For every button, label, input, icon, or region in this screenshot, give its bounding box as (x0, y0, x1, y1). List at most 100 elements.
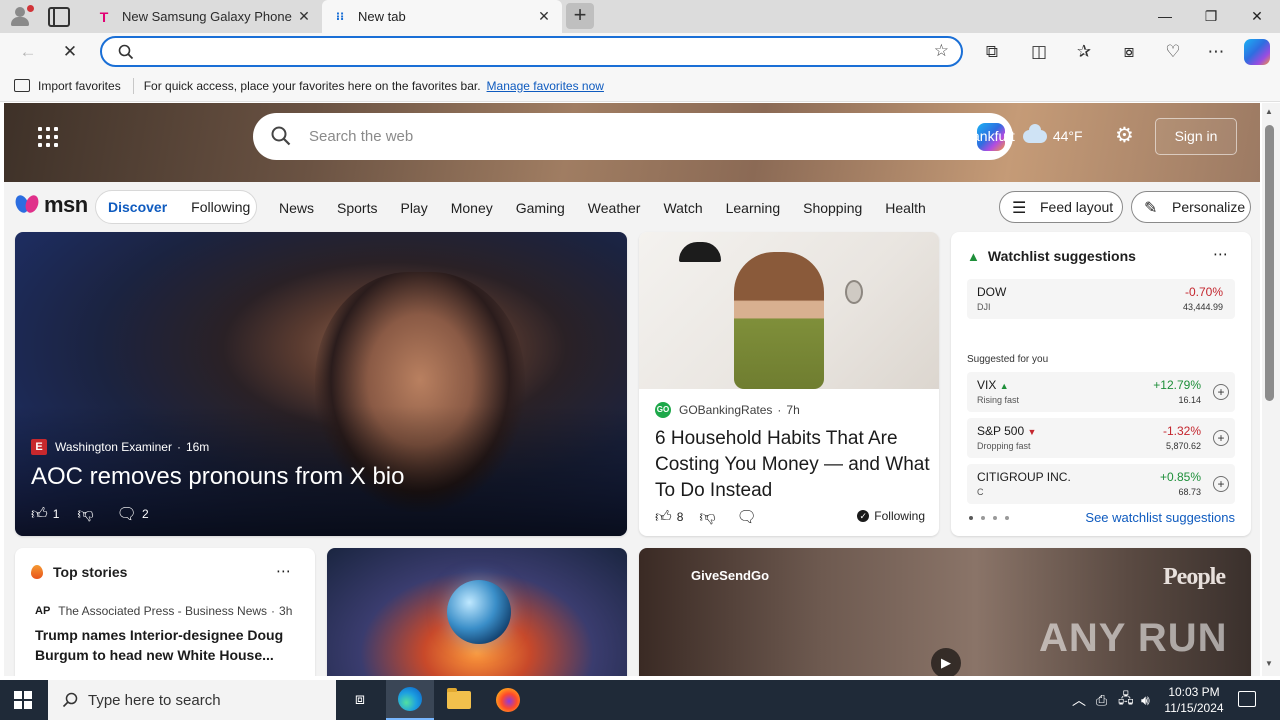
video-story-card[interactable]: GiveSendGo People ▶ ANY RUN (639, 548, 1251, 676)
story-headline[interactable]: AOC removes pronouns from X bio (31, 463, 405, 491)
scroll-down-icon[interactable]: ▼ (1265, 659, 1273, 668)
thumbs-up-icon: 👍︎ (655, 508, 672, 526)
taskbar-edge[interactable] (386, 680, 434, 720)
copilot-icon[interactable] (1244, 39, 1270, 65)
page-scrollbar[interactable]: ▲ ▼ (1262, 103, 1280, 676)
search-icon (271, 126, 291, 146)
add-to-watchlist-button[interactable]: + (1213, 430, 1229, 446)
like-button[interactable]: 👍︎ 1 (31, 505, 59, 524)
apps-grid-icon[interactable] (38, 127, 58, 147)
comments-button[interactable]: 🗨︎ 2 (117, 504, 149, 524)
favorites-hint: For quick access, place your favorites h… (143, 78, 481, 93)
stop-loading-button[interactable]: ✕ (58, 40, 82, 64)
stock-row[interactable]: VIX ▲ Rising fast +12.79% 16.14 + (967, 372, 1235, 412)
story-actions: 👍︎ 8 👎︎ 🗨︎ ✓ Following (655, 507, 925, 527)
comments-button[interactable]: 🗨︎ (737, 507, 762, 527)
story-card[interactable]: GO GOBankingRates · 7h 6 Household Habit… (639, 232, 939, 536)
system-clock[interactable]: 10:03 PM 11/15/2024 (1160, 684, 1228, 716)
favorite-star-icon[interactable]: ☆ (934, 41, 949, 61)
dislike-button[interactable]: 👎︎ (699, 508, 720, 527)
tab-actions-icon[interactable] (48, 7, 70, 27)
settings-gear-icon[interactable]: ⚙ (1115, 125, 1137, 147)
volume-icon[interactable]: 🔊︎ (1141, 680, 1150, 720)
add-to-watchlist-button[interactable]: + (1213, 476, 1229, 492)
tab-samsung[interactable]: T New Samsung Galaxy Phone Dea ✕ (86, 0, 322, 33)
more-options-icon[interactable]: ⋯ (1213, 245, 1229, 263)
profile-icon[interactable] (8, 5, 34, 29)
restore-button[interactable]: ❐ (1188, 0, 1234, 33)
stock-subtitle: DJI (977, 302, 991, 312)
taskbar-firefox[interactable] (484, 680, 532, 720)
address-input[interactable] (144, 42, 924, 62)
category-learning[interactable]: Learning (726, 200, 781, 216)
dislike-button[interactable]: 👎︎ (77, 505, 98, 524)
notifications-icon[interactable] (1238, 691, 1256, 707)
add-to-watchlist-button[interactable]: + (1213, 384, 1229, 400)
sign-in-button[interactable]: Sign in (1155, 118, 1237, 155)
image-story-card[interactable] (327, 548, 627, 676)
category-gaming[interactable]: Gaming (516, 200, 565, 216)
like-button[interactable]: 👍︎ 8 (655, 508, 683, 527)
address-bar[interactable]: ☆ (100, 36, 963, 67)
category-sports[interactable]: Sports (337, 200, 377, 216)
t-mobile-icon: T (99, 8, 109, 25)
import-favorites-button[interactable]: Import favorites (14, 79, 121, 93)
close-tab-icon[interactable]: ✕ (536, 8, 552, 25)
close-window-button[interactable]: ✕ (1234, 0, 1280, 33)
personalize-button[interactable]: ✎ Personalize (1131, 191, 1251, 223)
scrollbar-thumb[interactable] (1265, 125, 1274, 401)
task-view-button[interactable]: ⧈ (336, 680, 384, 720)
collections-icon[interactable]: ⧇ (1117, 40, 1141, 64)
category-health[interactable]: Health (885, 200, 925, 216)
close-tab-icon[interactable]: ✕ (296, 8, 312, 25)
story-headline[interactable]: 6 Household Habits That Are Costing You … (655, 426, 930, 504)
msn-butterfly-icon (13, 193, 42, 217)
network-device-icon[interactable]: ⎙ (1096, 680, 1107, 720)
favorites-icon[interactable]: ✰ (1072, 40, 1096, 64)
web-search-box[interactable]: Search the web (253, 113, 1013, 160)
category-watch[interactable]: Watch (663, 200, 702, 216)
personalize-label: Personalize (1172, 199, 1246, 215)
stock-row[interactable]: S&P 500 ▼ Dropping fast -1.32% 5,870.62 … (967, 418, 1235, 458)
minimize-button[interactable]: ― (1142, 0, 1188, 33)
manage-favorites-link[interactable]: Manage favorites now (487, 79, 604, 93)
stock-price: 5,870.62 (1165, 441, 1201, 451)
extensions-icon[interactable]: ⧉ (980, 40, 1004, 64)
taskbar-file-explorer[interactable] (435, 680, 483, 720)
more-options-icon[interactable]: ⋯ (1204, 40, 1228, 64)
scroll-up-icon[interactable]: ▲ (1265, 107, 1273, 116)
tab-following[interactable]: Following (191, 199, 250, 215)
tab-discover[interactable]: Discover (108, 199, 167, 215)
more-options-icon[interactable]: ⋯ (276, 562, 291, 580)
category-play[interactable]: Play (400, 200, 427, 216)
back-button[interactable]: ← (16, 40, 40, 64)
tab-new-tab[interactable]: ⁝⁝ New tab ✕ (322, 0, 562, 33)
hero-story-card[interactable]: E Washington Examiner · 16m AOC removes … (15, 232, 627, 536)
stock-row[interactable]: DOW DJI -0.70% 43,444.99 (967, 279, 1235, 319)
category-shopping[interactable]: Shopping (803, 200, 862, 216)
feed-toggle: Discover Following (95, 190, 257, 224)
split-screen-icon[interactable]: ◫ (1027, 40, 1051, 64)
network-icon[interactable]: 🖧︎ (1118, 680, 1134, 720)
comment-icon: 🗨︎ (116, 506, 137, 523)
msn-logo[interactable]: msn (13, 192, 88, 218)
category-money[interactable]: Money (451, 200, 493, 216)
taskbar-search[interactable]: Type here to search (48, 680, 336, 720)
performance-icon[interactable]: ♡ (1161, 40, 1185, 64)
weather-widget[interactable]: ankfurt 44°F (972, 123, 1083, 144)
cloud-icon (1022, 123, 1047, 143)
windows-start-icon[interactable] (14, 691, 32, 709)
top-stories-header: Top stories (31, 564, 127, 580)
thumbs-down-icon: 👎︎ (77, 505, 94, 523)
feed-layout-button[interactable]: ☰ Feed layout (999, 191, 1123, 223)
category-news[interactable]: News (279, 200, 314, 216)
following-button[interactable]: ✓ Following (857, 509, 925, 523)
new-tab-button[interactable]: + (566, 3, 594, 29)
stock-row[interactable]: CITIGROUP INC. C +0.85% 68.73 + (967, 464, 1235, 504)
story-headline[interactable]: Trump names Interior-designee Doug Burgu… (35, 625, 300, 665)
category-weather[interactable]: Weather (588, 200, 641, 216)
play-icon[interactable]: ▶ (931, 648, 961, 676)
see-watchlist-link[interactable]: See watchlist suggestions (1085, 510, 1235, 525)
gobankingrates-logo: GO (655, 402, 671, 418)
show-hidden-icons[interactable]: ︿ (1072, 680, 1086, 720)
